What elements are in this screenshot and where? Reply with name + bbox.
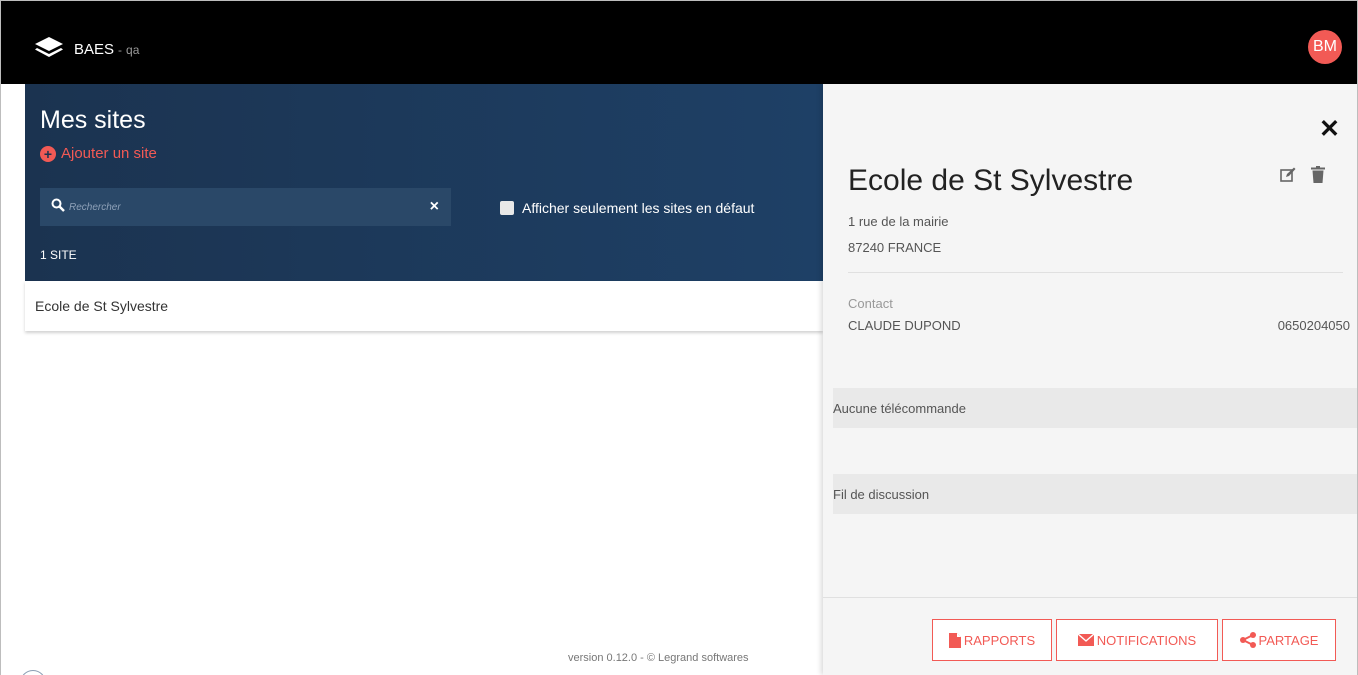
- checkbox-icon[interactable]: [500, 201, 514, 215]
- env-name: qa: [126, 42, 140, 57]
- page-title: Mes sites: [40, 106, 146, 134]
- remotes-section[interactable]: Aucune télécommande: [833, 388, 1358, 428]
- share-icon: [1239, 632, 1256, 648]
- discussion-label: Fil de discussion: [833, 486, 930, 502]
- site-count: 1 SITE: [40, 248, 77, 262]
- search-box: ×: [40, 188, 451, 226]
- divider: [848, 272, 1343, 273]
- site-detail-panel: ✕ Ecole de St Sylvestre 1 rue de la mair…: [823, 84, 1358, 675]
- reports-label: RAPPORTS: [963, 632, 1036, 648]
- close-icon[interactable]: ✕: [1319, 114, 1340, 144]
- site-title: Ecole de St Sylvestre: [848, 164, 1134, 197]
- discussion-section[interactable]: Fil de discussion: [833, 474, 1358, 514]
- add-site-label: Ajouter un site: [61, 145, 157, 162]
- share-label: PARTAGE: [1258, 632, 1319, 648]
- clear-search-icon[interactable]: ×: [430, 198, 439, 216]
- help-circle-icon[interactable]: [20, 670, 46, 675]
- remotes-label: Aucune télécommande: [833, 400, 966, 416]
- env-separator: -: [118, 42, 123, 57]
- top-bar: BAES - qa BM: [0, 0, 1358, 84]
- share-button[interactable]: PARTAGE: [1222, 619, 1336, 661]
- address-line1: 1 rue de la mairie: [848, 214, 949, 229]
- contact-name: CLAUDE DUPOND: [848, 318, 961, 333]
- edit-icon[interactable]: [1280, 167, 1296, 183]
- user-avatar[interactable]: BM: [1308, 30, 1342, 64]
- version-text: version 0.12.0 - © Legrand softwares: [568, 652, 749, 664]
- list-item[interactable]: Ecole de St Sylvestre: [25, 281, 823, 331]
- contact-label: Contact: [848, 296, 893, 311]
- default-filter-checkbox[interactable]: Afficher seulement les sites en défaut: [500, 200, 754, 216]
- reports-button[interactable]: RAPPORTS: [932, 619, 1052, 661]
- envelope-icon: [1077, 634, 1094, 646]
- app-name: BAES: [74, 41, 115, 58]
- filter-label: Afficher seulement les sites en défaut: [522, 200, 755, 216]
- panel-actions: RAPPORTS NOTIFICATIONS PARTAGE: [823, 597, 1358, 675]
- trash-icon[interactable]: [1311, 166, 1325, 183]
- layers-logo-icon: [34, 36, 74, 63]
- file-icon: [948, 632, 961, 648]
- address-line2: 87240 FRANCE: [848, 240, 942, 255]
- add-site-button[interactable]: + Ajouter un site: [40, 145, 157, 162]
- brand[interactable]: BAES - qa: [34, 36, 139, 63]
- plus-circle-icon: +: [40, 145, 56, 162]
- search-icon: [51, 198, 69, 217]
- notifications-label: NOTIFICATIONS: [1096, 632, 1197, 648]
- search-input[interactable]: [69, 201, 430, 213]
- sites-header: Mes sites + Ajouter un site × Afficher s…: [25, 84, 823, 281]
- contact-phone: 0650204050: [1277, 318, 1350, 333]
- notifications-button[interactable]: NOTIFICATIONS: [1056, 619, 1218, 661]
